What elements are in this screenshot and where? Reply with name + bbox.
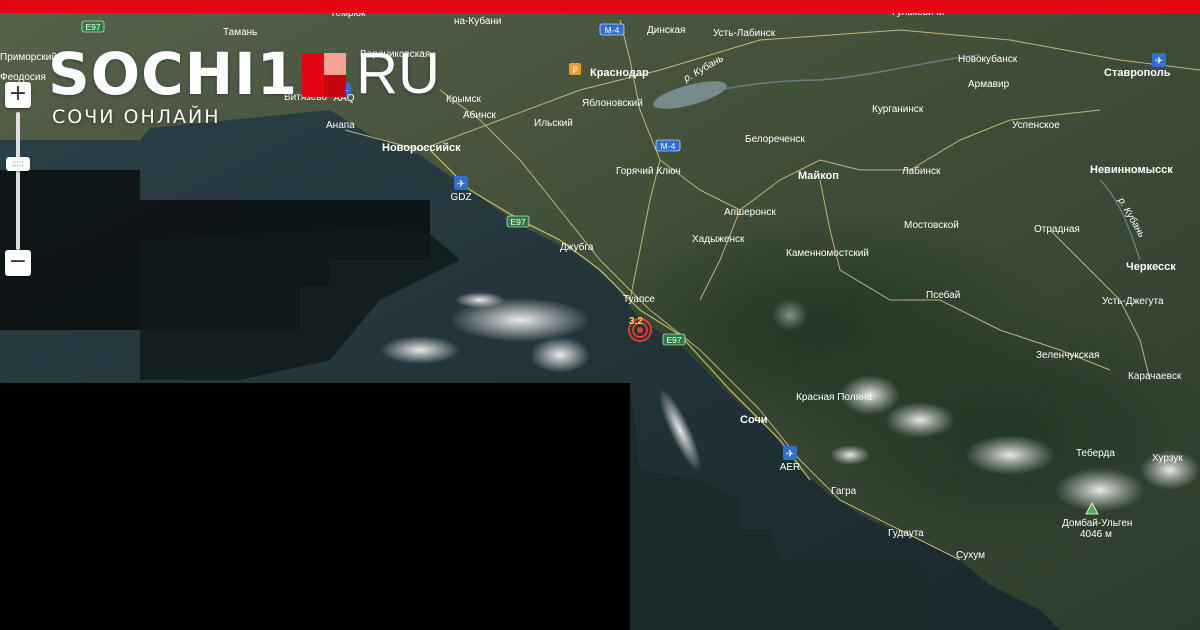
- road-shield: E97: [81, 20, 105, 33]
- cloud: [455, 292, 505, 308]
- snow-peaks: [1055, 468, 1145, 512]
- place-label: Каменномостский: [786, 248, 869, 259]
- place-label: Новороссийск: [382, 142, 461, 154]
- place-label: Домбай-Ульген: [1062, 517, 1132, 529]
- airport-icon-krasnodar[interactable]: ✈: [1152, 53, 1166, 67]
- place-label: Апшеронск: [724, 207, 776, 218]
- plateau: [772, 299, 808, 331]
- road-shield: E97: [662, 333, 686, 346]
- brand-tld: RU: [356, 41, 440, 106]
- zoom-control: + ::::: −: [5, 82, 33, 278]
- svg-text:E97: E97: [85, 22, 100, 32]
- svg-text:₽: ₽: [572, 66, 578, 76]
- place-label: Горячий Ключ: [616, 166, 680, 177]
- airport-code: GDZ: [450, 192, 471, 203]
- cloud: [530, 337, 590, 373]
- place-label: Черкесск: [1126, 261, 1176, 273]
- place-label: Ильский: [534, 118, 573, 129]
- site-logo[interactable]: SOCHI1 RU СОЧИ ОНЛАЙН: [48, 40, 440, 129]
- snow-peaks: [965, 435, 1055, 475]
- railway-icon: ₽: [569, 63, 581, 76]
- place-label: Новокубанск: [958, 53, 1018, 65]
- zoom-out-button[interactable]: −: [5, 250, 31, 276]
- place-label: Карачаевск: [1128, 371, 1182, 382]
- brand-mark-icon: [302, 53, 347, 97]
- zoom-slider-handle[interactable]: :::::: [6, 157, 30, 171]
- place-label: Майкоп: [798, 170, 839, 182]
- place-label: на-Кубани: [454, 15, 502, 27]
- place-label: Усть-Джегута: [1102, 296, 1164, 307]
- svg-text:М-4: М-4: [605, 25, 620, 35]
- place-label: Теберда: [1076, 447, 1115, 459]
- place-label: Псебай: [926, 289, 960, 301]
- cloud: [380, 336, 460, 364]
- place-label: Крымск: [446, 94, 481, 105]
- place-label: Гудаута: [888, 528, 924, 539]
- airport-code: AER: [780, 462, 801, 473]
- place-label: Сухум: [956, 550, 985, 561]
- place-label: Мостовской: [904, 220, 959, 231]
- place-label: Белореченск: [745, 134, 805, 145]
- place-label: Хурзук: [1152, 453, 1183, 464]
- zoom-in-button[interactable]: +: [5, 82, 31, 108]
- place-label: Отрадная: [1034, 224, 1080, 235]
- place-label: Краснодар: [590, 67, 649, 79]
- no-data-area: [0, 383, 630, 630]
- place-label: Невинномысск: [1090, 164, 1173, 176]
- place-label: Курганинск: [872, 104, 924, 115]
- place-label: Сочи: [740, 414, 768, 426]
- place-label: Хадыженск: [692, 234, 745, 245]
- place-label: Зеленчукская: [1036, 350, 1099, 361]
- snow-peaks: [830, 445, 870, 465]
- place-label: 4046 м: [1080, 529, 1112, 540]
- place-label: Успенское: [1012, 120, 1060, 131]
- place-label: Ставрополь: [1104, 67, 1171, 79]
- quake-magnitude: 3.2: [629, 316, 643, 327]
- place-label: Тамань: [223, 27, 257, 38]
- place-label: Динская: [647, 25, 685, 36]
- road-shield: М-4: [599, 23, 625, 36]
- zoom-slider-track[interactable]: [16, 112, 20, 250]
- road-shield: E97: [506, 215, 530, 228]
- place-label: Лабинск: [902, 165, 941, 177]
- svg-text:М-4: М-4: [661, 141, 676, 151]
- brand-tagline: СОЧИ ОНЛАЙН: [52, 106, 221, 128]
- svg-text:✈: ✈: [1155, 56, 1163, 67]
- svg-text:E97: E97: [510, 217, 525, 227]
- place-label: Абинск: [463, 109, 497, 121]
- place-label: Яблоновский: [582, 97, 643, 109]
- snow-peaks: [885, 402, 955, 438]
- place-label: Усть-Лабинск: [713, 27, 776, 39]
- road-shield: М-4: [655, 139, 681, 152]
- place-label: Джубга: [560, 241, 594, 253]
- svg-text:✈: ✈: [457, 179, 465, 190]
- svg-text:✈: ✈: [786, 449, 794, 460]
- top-brand-bar: [0, 0, 1200, 13]
- brand-name: SOCHI1: [48, 40, 299, 108]
- svg-text:E97: E97: [666, 335, 681, 345]
- place-label: Гагра: [831, 486, 857, 497]
- place-label: Красная Поляна: [796, 392, 873, 403]
- place-label: Армавир: [968, 79, 1010, 90]
- place-label: Туапсе: [623, 294, 655, 305]
